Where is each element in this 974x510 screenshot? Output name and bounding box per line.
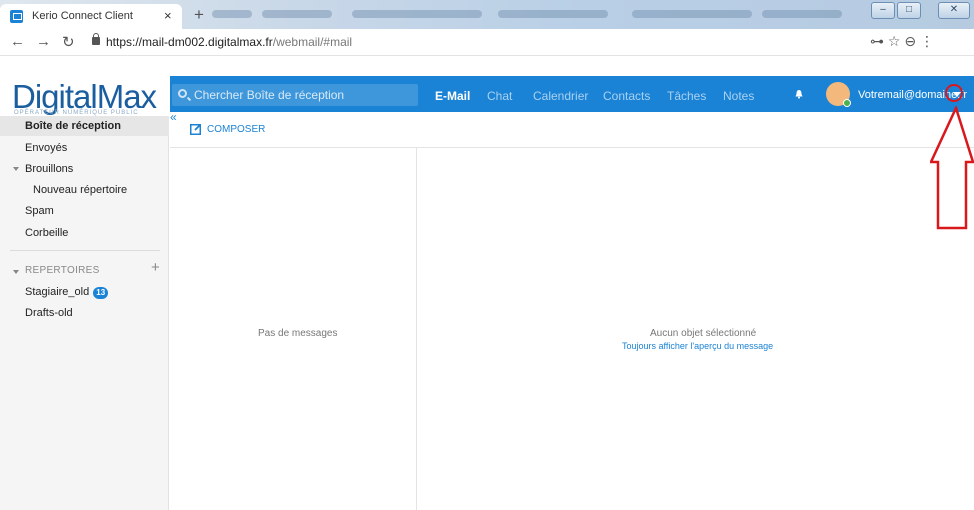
blurred-tab — [352, 10, 482, 18]
maximize-icon[interactable]: □ — [897, 2, 921, 19]
browser-tab[interactable]: Kerio Connect Client × — [0, 4, 182, 29]
folder-drafts[interactable]: Brouillons — [0, 159, 169, 179]
reload-icon[interactable]: ↻ — [62, 33, 75, 51]
url-field[interactable]: https://mail-dm002.digitalmax.fr/webmail… — [88, 33, 848, 52]
empty-message-list: Pas de messages — [258, 328, 338, 339]
folder-label: Nouveau répertoire — [33, 184, 128, 196]
folder-new-directory[interactable]: Nouveau répertoire — [0, 180, 169, 200]
lock-icon — [92, 33, 100, 45]
browser-controls[interactable]: ⊶ ☆ ⊖ ⋮ — [870, 33, 934, 50]
blurred-tab — [762, 10, 842, 18]
collapse-sidebar-icon[interactable]: « — [170, 110, 177, 124]
nav-email[interactable]: E-Mail — [435, 89, 470, 103]
back-icon[interactable]: ← — [10, 33, 25, 50]
empty-preview-text: Aucun objet sélectionné — [650, 328, 757, 339]
always-preview-link[interactable]: Toujours afficher l'aperçu du message — [622, 341, 773, 351]
close-window-icon[interactable]: ✕ — [938, 2, 970, 19]
nav-notes[interactable]: Notes — [723, 89, 754, 103]
annotation-arrow — [930, 106, 974, 230]
nav-tasks[interactable]: Tâches — [667, 89, 706, 103]
pane-divider — [416, 147, 417, 510]
blurred-tab — [498, 10, 608, 18]
toolbar-divider — [170, 147, 974, 148]
folder-label: Drafts-old — [25, 307, 73, 319]
compose-label: COMPOSER — [207, 124, 266, 135]
url-text: https://mail-dm002.digitalmax.fr/webmail… — [106, 35, 352, 49]
section-title: REPERTOIRES — [25, 265, 100, 276]
folder-inbox[interactable]: Boîte de réception — [0, 116, 169, 136]
blurred-tab — [262, 10, 332, 18]
folder-drafts-old[interactable]: Drafts-old — [0, 303, 169, 323]
bell-icon[interactable] — [794, 89, 804, 99]
folder-label: Boîte de réception — [25, 120, 121, 132]
compose-icon — [190, 123, 202, 135]
search-input[interactable]: Chercher Boîte de réception — [172, 84, 418, 106]
folder-label: Corbeille — [25, 227, 69, 239]
search-icon — [178, 89, 187, 98]
blurred-tab — [212, 10, 252, 18]
forward-icon[interactable]: → — [36, 33, 51, 50]
expand-triangle-icon[interactable] — [13, 270, 19, 274]
url-path: /webmail/#mail — [272, 35, 353, 49]
folder-spam[interactable]: Spam — [0, 201, 169, 221]
folder-label: Envoyés — [25, 142, 68, 154]
folder-label: Brouillons — [25, 163, 74, 175]
annotation-circle — [945, 84, 963, 102]
minimize-icon[interactable]: – — [871, 2, 895, 19]
brand-logo: DigitalMax — [12, 78, 157, 115]
mail-favicon-icon — [10, 10, 23, 23]
unread-badge: 13 — [93, 287, 109, 299]
presence-status-icon — [843, 99, 851, 107]
new-tab-icon[interactable]: + — [194, 5, 204, 25]
folder-sent[interactable]: Envoyés — [0, 138, 169, 158]
folder-stagiaire[interactable]: Stagiaire_old 13 — [0, 282, 169, 302]
tab-title: Kerio Connect Client — [32, 10, 133, 22]
folder-label: Spam — [25, 205, 54, 217]
add-folder-icon[interactable]: + — [151, 259, 160, 276]
search-placeholder: Chercher Boîte de réception — [194, 88, 345, 102]
browser-tab-strip: Kerio Connect Client × + – □ ✕ — [0, 0, 974, 29]
tab-close-icon[interactable]: × — [164, 8, 172, 23]
nav-chat[interactable]: Chat — [487, 89, 512, 103]
blurred-tab — [632, 10, 752, 18]
expand-triangle-icon[interactable] — [13, 167, 19, 171]
folder-sidebar: Boîte de réception Envoyés Brouillons No… — [0, 116, 169, 510]
nav-contacts[interactable]: Contacts — [603, 89, 650, 103]
address-bar: ← → ↻ https://mail-dm002.digitalmax.fr/w… — [0, 29, 974, 56]
nav-calendar[interactable]: Calendrier — [533, 89, 588, 103]
folder-label: Stagiaire_old — [25, 286, 90, 298]
window-controls: – □ ✕ — [852, 0, 974, 20]
sidebar-divider — [10, 250, 160, 251]
url-host: https://mail-dm002.digitalmax.fr — [106, 35, 273, 49]
folder-trash[interactable]: Corbeille — [0, 223, 169, 243]
